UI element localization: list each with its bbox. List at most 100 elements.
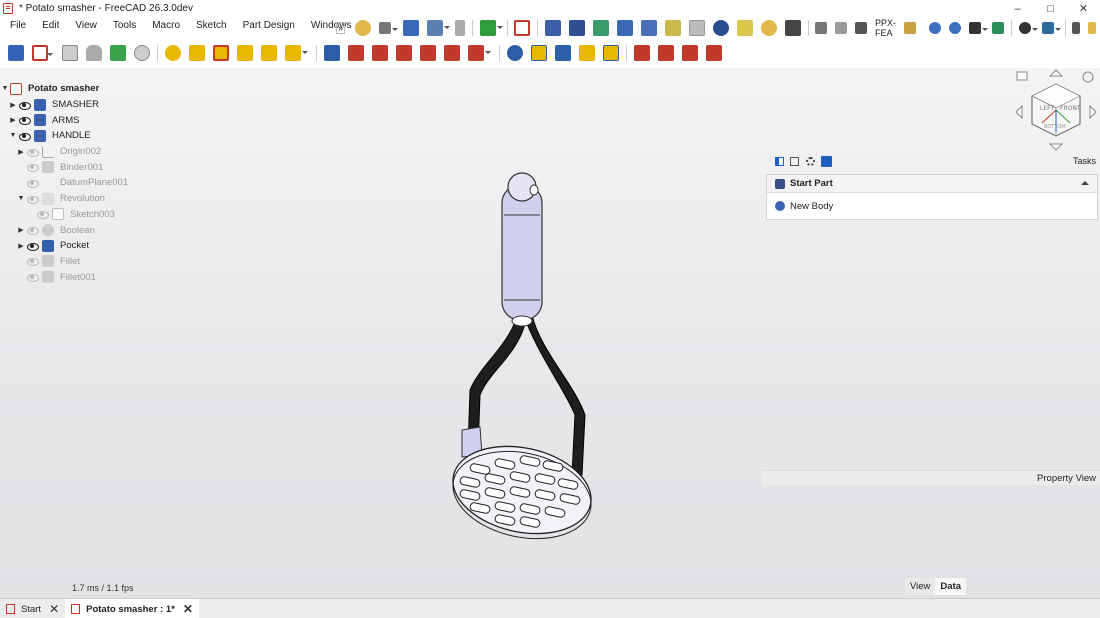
expand-icon[interactable]: ▼ — [8, 132, 18, 139]
panel-active-icon[interactable] — [821, 156, 832, 167]
tree-item-fillet[interactable]: Fillet — [0, 254, 200, 270]
visibility-eye-icon[interactable] — [26, 162, 39, 173]
warning-icon[interactable] — [1088, 22, 1097, 34]
boolean-icon[interactable] — [507, 45, 523, 61]
open-folder-icon[interactable] — [403, 20, 420, 36]
menu-tools[interactable]: Tools — [103, 20, 142, 31]
subtractive-loft-icon[interactable] — [396, 45, 412, 61]
gear-icon[interactable] — [760, 20, 777, 36]
image-icon[interactable] — [688, 20, 705, 36]
menu-view[interactable]: View — [65, 20, 103, 31]
rotate-right-arrow-icon[interactable] — [1089, 104, 1097, 120]
cube-face-left[interactable]: LEFT — [1040, 105, 1054, 112]
tree-item-smasher[interactable]: ▶ SMASHER — [0, 97, 200, 113]
expand-icon[interactable]: ▶ — [8, 101, 18, 109]
mirrored-icon[interactable] — [531, 45, 547, 61]
task-section-header[interactable]: Start Part — [767, 175, 1097, 193]
cube-face-bottom[interactable]: BOTTOM — [1044, 124, 1066, 130]
menu-file[interactable]: File — [0, 20, 32, 31]
sub-shape-binder-icon[interactable] — [134, 45, 150, 61]
visibility-eye-icon[interactable] — [26, 241, 39, 251]
menu-edit[interactable]: Edit — [32, 20, 65, 31]
tree-item-arms[interactable]: ▶ ARMS — [0, 112, 200, 128]
chamfer-icon[interactable] — [658, 45, 674, 61]
new-body-action[interactable]: New Body — [767, 193, 1097, 219]
create-sketch-icon[interactable] — [32, 45, 53, 61]
tree-item-fillet001[interactable]: Fillet001 — [0, 269, 200, 285]
tree-item-sketch003[interactable]: Sketch003 — [0, 207, 200, 223]
potato-smasher-model[interactable] — [440, 165, 610, 540]
stereo-icon[interactable] — [1041, 22, 1061, 34]
screenshot-icon[interactable] — [815, 22, 828, 34]
toolbar-overflow-button[interactable]: » — [336, 22, 346, 34]
pad-icon[interactable] — [165, 45, 181, 61]
visibility-eye-icon[interactable] — [18, 100, 31, 110]
groove-icon[interactable] — [372, 45, 388, 61]
sketch-view-icon[interactable] — [592, 20, 609, 36]
gear-part-icon[interactable] — [736, 20, 753, 36]
shield-icon[interactable] — [712, 20, 729, 36]
create-body-icon[interactable] — [8, 45, 24, 61]
rotate-left-arrow-icon[interactable] — [1015, 104, 1023, 120]
doc-tab-start[interactable]: Start ✕ — [0, 599, 65, 618]
revolution-icon[interactable] — [189, 45, 205, 61]
part-view-icon[interactable] — [568, 20, 585, 36]
macro-icon[interactable] — [355, 20, 372, 36]
expand-icon[interactable]: ▶ — [16, 242, 26, 250]
expand-icon[interactable]: ▶ — [16, 148, 26, 156]
visibility-eye-icon[interactable] — [26, 225, 39, 236]
tree-item-handle[interactable]: ▼ HANDLE — [0, 128, 200, 144]
expand-icon[interactable]: ▶ — [8, 116, 18, 124]
validate-sketch-icon[interactable] — [62, 45, 78, 61]
clone-icon[interactable] — [86, 45, 102, 61]
body-view-icon[interactable] — [544, 20, 561, 36]
draw-style-icon[interactable] — [1018, 22, 1038, 34]
link-icon[interactable] — [427, 20, 451, 36]
zoom-select-icon[interactable] — [992, 22, 1005, 34]
subtractive-primitive-icon[interactable] — [468, 45, 491, 61]
fillet-icon[interactable] — [634, 45, 650, 61]
shape-binder-icon[interactable] — [110, 45, 126, 61]
menu-sketch[interactable]: Sketch — [186, 20, 233, 31]
tree-item-binder001[interactable]: Binder001 — [0, 159, 200, 175]
picture-icon[interactable] — [835, 22, 848, 34]
tab-view[interactable]: View — [905, 578, 936, 595]
pocket-icon[interactable] — [324, 45, 340, 61]
panel-left-icon[interactable] — [775, 157, 784, 166]
visibility-eye-icon[interactable] — [26, 194, 39, 204]
loft-icon[interactable] — [213, 45, 229, 61]
minimize-button[interactable]: – — [1001, 0, 1034, 17]
visibility-eye-icon[interactable] — [26, 272, 39, 283]
polar-pattern-icon[interactable] — [579, 45, 595, 61]
workbench-selector-icon[interactable] — [379, 22, 399, 34]
whats-this-icon[interactable] — [1072, 22, 1081, 34]
menu-part-design[interactable]: Part Design — [233, 20, 301, 31]
menu-macro[interactable]: Macro — [142, 20, 186, 31]
visibility-eye-icon[interactable] — [26, 256, 39, 267]
multi-transform-icon[interactable] — [603, 45, 619, 61]
panel-window-icon[interactable] — [790, 157, 799, 166]
subtractive-pipe-icon[interactable] — [420, 45, 436, 61]
close-tab-icon[interactable]: ✕ — [183, 602, 193, 616]
thickness-icon[interactable] — [706, 45, 722, 61]
draft-icon[interactable] — [682, 45, 698, 61]
home-icon[interactable] — [1016, 71, 1028, 81]
doc-tab-potato-smasher[interactable]: Potato smasher : 1* ✕ — [65, 599, 199, 618]
expand-icon[interactable]: ▼ — [16, 195, 26, 202]
map-sketch-icon[interactable] — [616, 20, 633, 36]
linear-pattern-icon[interactable] — [555, 45, 571, 61]
tree-item-pocket[interactable]: ▶ Pocket — [0, 238, 200, 254]
subtractive-helix-icon[interactable] — [444, 45, 460, 61]
sub-shape-icon[interactable] — [664, 20, 681, 36]
maximize-button[interactable]: □ — [1034, 0, 1067, 17]
helix-icon[interactable] — [261, 45, 277, 61]
tree-item-origin002[interactable]: ▶ Origin002 — [0, 144, 200, 160]
tree-item-boolean[interactable]: ▶ Boolean — [0, 222, 200, 238]
dependency-icon[interactable] — [455, 20, 466, 36]
expand-icon[interactable]: ▶ — [16, 226, 26, 234]
expand-icon[interactable]: ▼ — [0, 85, 10, 92]
cube-face-front[interactable]: FRONT — [1060, 105, 1081, 112]
validate-icon[interactable] — [640, 20, 657, 36]
navigation-cube[interactable]: LEFT FRONT BOTTOM — [1012, 68, 1100, 158]
tree-root[interactable]: ▼ Potato smasher — [0, 81, 200, 97]
